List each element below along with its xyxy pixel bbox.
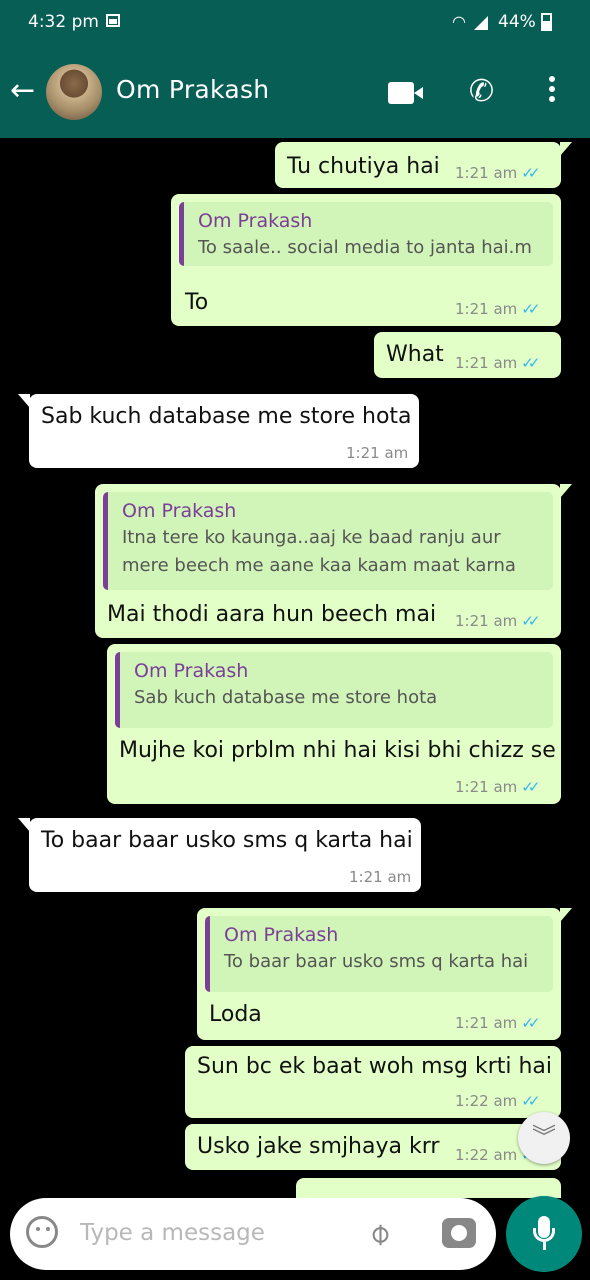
quote-author: Om Prakash	[122, 500, 237, 522]
double-check-icon: ✓✓	[521, 1092, 540, 1110]
message-time: 1:21 am	[455, 300, 518, 318]
double-check-icon: ✓✓	[521, 1014, 540, 1032]
message-outgoing-reply[interactable]: Om Prakash To baar baar usko sms q karta…	[197, 908, 572, 1040]
quoted-message[interactable]: Om Prakash Itna tere ko kaunga..aaj ke b…	[103, 492, 553, 590]
quote-text: Sab kuch database me store hota	[134, 687, 438, 708]
message-text: Mujhe koi prblm nhi hai kisi bhi chizz s…	[119, 738, 556, 763]
message-text: Mai thodi aara hun beech mai	[107, 602, 437, 627]
message-text: Sab kuch database me store hota	[41, 404, 412, 429]
scroll-to-bottom-button[interactable]: ︾	[518, 1112, 570, 1164]
chevron-double-down-icon: ︾	[532, 1123, 556, 1151]
mic-icon-stand	[533, 1228, 555, 1242]
quoted-message[interactable]: Om Prakash To saale.. social media to ja…	[179, 202, 553, 266]
quote-author: Om Prakash	[224, 924, 339, 946]
message-text: Loda	[209, 1002, 262, 1027]
message-text: Tu chutiya hai	[287, 154, 440, 179]
back-arrow-icon[interactable]: ←	[10, 76, 35, 106]
camera-icon[interactable]	[442, 1218, 476, 1248]
message-outgoing-partial[interactable]	[296, 1178, 561, 1198]
message-text: Usko jake smjhaya krr	[197, 1134, 440, 1159]
message-outgoing-reply[interactable]: Om Prakash Sab kuch database me store ho…	[107, 644, 561, 804]
gallery-notification-icon	[106, 14, 120, 27]
message-time: 1:21 am	[455, 164, 518, 182]
double-check-icon: ✓✓	[521, 778, 540, 796]
message-meta: 1:21 am ✓✓	[455, 778, 540, 796]
quote-text: To saale.. social media to janta hai.m	[198, 237, 532, 258]
message-time: 1:21 am	[455, 354, 518, 372]
message-meta: 1:21 am ✓✓	[455, 1014, 540, 1032]
mic-icon-leg	[543, 1242, 546, 1250]
quoted-message[interactable]: Om Prakash Sab kuch database me store ho…	[115, 652, 553, 728]
message-incoming[interactable]: To baar baar usko sms q karta hai 1:21 a…	[18, 818, 421, 892]
chat-header: ← Om Prakash ✆	[0, 46, 590, 138]
paperclip-icon[interactable]: ⌀	[360, 1215, 398, 1253]
wifi-icon: ◠	[452, 12, 466, 31]
message-outgoing[interactable]: Tu chutiya hai 1:21 am ✓✓	[275, 142, 572, 188]
emoji-icon[interactable]	[26, 1216, 58, 1248]
message-time: 1:21 am	[346, 444, 409, 462]
message-text: What	[386, 342, 444, 367]
video-call-icon[interactable]	[388, 82, 423, 104]
message-text: To baar baar usko sms q karta hai	[41, 828, 413, 853]
message-incoming[interactable]: Sab kuch database me store hota 1:21 am	[18, 394, 419, 468]
contact-avatar[interactable]	[46, 64, 102, 120]
quoted-message[interactable]: Om Prakash To baar baar usko sms q karta…	[205, 916, 553, 992]
more-options-icon[interactable]	[549, 76, 557, 106]
signal-icon	[474, 16, 488, 30]
status-bar: 4:32 pm ◠ 44%	[0, 0, 590, 46]
message-meta: 1:21 am ✓✓	[455, 300, 540, 318]
quote-author: Om Prakash	[134, 660, 249, 682]
chat-area[interactable]: Tu chutiya hai 1:21 am ✓✓ Om Prakash To s…	[0, 138, 590, 1198]
quote-text-line: Itna tere ko kaunga..aaj ke baad ranju a…	[122, 527, 501, 548]
message-outgoing[interactable]: Sun bc ek baat woh msg krti hai 1:22 am ✓…	[185, 1046, 561, 1118]
contact-name[interactable]: Om Prakash	[116, 75, 269, 104]
message-outgoing-reply[interactable]: Om Prakash Itna tere ko kaunga..aaj ke b…	[95, 484, 572, 638]
battery-percent: 44%	[498, 12, 536, 32]
phone-icon[interactable]: ✆	[469, 74, 494, 109]
message-meta: 1:22 am✓✓	[455, 1092, 540, 1110]
double-check-icon: ✓✓	[521, 354, 540, 372]
quote-text: To baar baar usko sms q karta hai	[224, 951, 529, 972]
message-time: 1:22 am	[455, 1146, 518, 1164]
quote-author: Om Prakash	[198, 210, 313, 232]
message-time: 1:21 am	[455, 778, 518, 796]
message-time: 1:21 am	[349, 868, 412, 886]
message-time: 1:21 am	[455, 612, 518, 630]
message-outgoing[interactable]: What 1:21 am ✓✓	[374, 332, 561, 378]
double-check-icon: ✓✓	[521, 612, 540, 630]
voice-record-button[interactable]	[506, 1196, 582, 1272]
message-input[interactable]: Type a message	[80, 1220, 265, 1246]
message-text: To	[185, 290, 209, 315]
status-time: 4:32 pm	[28, 12, 99, 32]
message-outgoing[interactable]: Usko jake smjhaya krr 1:22 am✓✓	[185, 1124, 561, 1170]
message-time: 1:21 am	[455, 1014, 518, 1032]
message-composer[interactable]: Type a message ⌀	[10, 1198, 496, 1270]
message-meta: 1:21 am ✓✓	[455, 354, 540, 372]
message-outgoing-reply[interactable]: Om Prakash To saale.. social media to ja…	[171, 194, 561, 326]
double-check-icon: ✓✓	[521, 164, 540, 182]
message-text: Sun bc ek baat woh msg krti hai	[197, 1054, 553, 1079]
double-check-icon: ✓✓	[521, 300, 540, 318]
message-meta: 1:21 am ✓✓	[455, 164, 540, 182]
battery-icon	[541, 13, 552, 31]
message-meta: 1:21 am ✓✓	[455, 612, 540, 630]
quote-text-line: mere beech me aane kaa kaam maat karna	[122, 555, 516, 576]
message-time: 1:22 am	[455, 1092, 518, 1110]
